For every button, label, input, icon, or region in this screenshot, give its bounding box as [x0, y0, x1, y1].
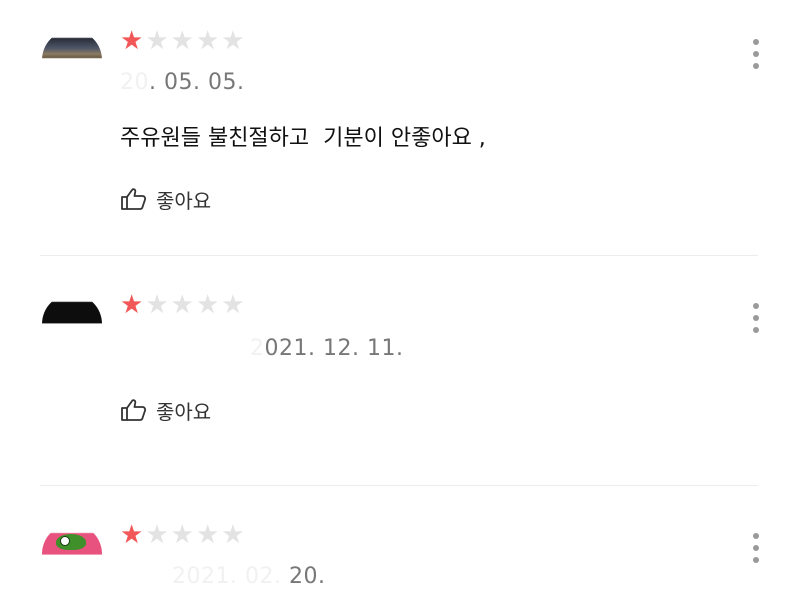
- star-empty-icon: ★: [145, 290, 169, 320]
- avatar[interactable]: [42, 294, 102, 354]
- review-item: ★ ★ ★ ★ ★ 2021. 12. 11. 좋아요: [0, 256, 800, 485]
- masked-date-part: 2021. 02.: [172, 564, 282, 589]
- more-options-button[interactable]: [744, 34, 768, 74]
- more-vertical-icon-dot: [753, 315, 759, 321]
- star-empty-icon: ★: [221, 520, 245, 550]
- masked-date-part: 20: [120, 70, 149, 95]
- more-vertical-icon-dot: [753, 545, 759, 551]
- star-empty-icon: ★: [195, 26, 220, 56]
- more-vertical-icon-dot: [753, 63, 759, 69]
- star-empty-icon: ★: [145, 520, 169, 550]
- star-rating: ★ ★ ★ ★ ★: [120, 26, 245, 56]
- more-vertical-icon-dot: [753, 51, 759, 57]
- star-rating: ★ ★ ★ ★ ★: [120, 520, 245, 550]
- star-empty-icon: ★: [170, 290, 194, 320]
- thumbs-up-icon: [121, 188, 147, 210]
- avatar[interactable]: [42, 524, 102, 584]
- visible-date-part: 20.: [281, 564, 326, 589]
- review-item: ★ ★ ★ ★ ★ 2021. 02. 20.: [0, 486, 800, 600]
- review-item: ★ ★ ★ ★ ★ 20. 05. 05. 주유원들 불친절하고 기분이 안좋아…: [0, 0, 800, 255]
- visible-date-part: 021. 12. 11.: [264, 336, 404, 361]
- star-rating: ★ ★ ★ ★ ★: [120, 290, 245, 320]
- thumbs-up-icon: [121, 399, 147, 421]
- star-empty-icon: ★: [221, 26, 245, 56]
- like-label: 좋아요: [156, 399, 212, 424]
- star-filled-icon: ★: [120, 520, 144, 550]
- more-vertical-icon-dot: [753, 557, 759, 563]
- like-label: 좋아요: [156, 188, 212, 213]
- more-vertical-icon-dot: [753, 39, 759, 45]
- review-date: 20. 05. 05.: [120, 70, 244, 95]
- star-empty-icon: ★: [221, 290, 245, 320]
- character-eye: [60, 536, 70, 546]
- avatar[interactable]: [42, 30, 102, 90]
- more-vertical-icon-dot: [753, 533, 759, 539]
- star-filled-icon: ★: [120, 290, 144, 320]
- star-empty-icon: ★: [195, 520, 220, 550]
- more-vertical-icon-dot: [753, 303, 759, 309]
- review-date: 2021. 12. 11.: [120, 336, 403, 361]
- review-date: 2021. 02. 20.: [120, 564, 325, 589]
- star-empty-icon: ★: [195, 290, 220, 320]
- star-empty-icon: ★: [170, 520, 194, 550]
- masked-date-part: 2: [250, 336, 265, 361]
- like-button[interactable]: 좋아요: [120, 396, 211, 424]
- like-button[interactable]: 좋아요: [120, 185, 211, 213]
- more-vertical-icon-dot: [753, 327, 759, 333]
- star-empty-icon: ★: [170, 26, 194, 56]
- more-options-button[interactable]: [744, 298, 768, 338]
- star-filled-icon: ★: [120, 26, 144, 56]
- more-options-button[interactable]: [744, 528, 768, 568]
- review-text: 주유원들 불친절하고 기분이 안좋아요 ,: [120, 126, 486, 151]
- visible-date-part: . 05. 05.: [149, 70, 245, 95]
- star-empty-icon: ★: [145, 26, 169, 56]
